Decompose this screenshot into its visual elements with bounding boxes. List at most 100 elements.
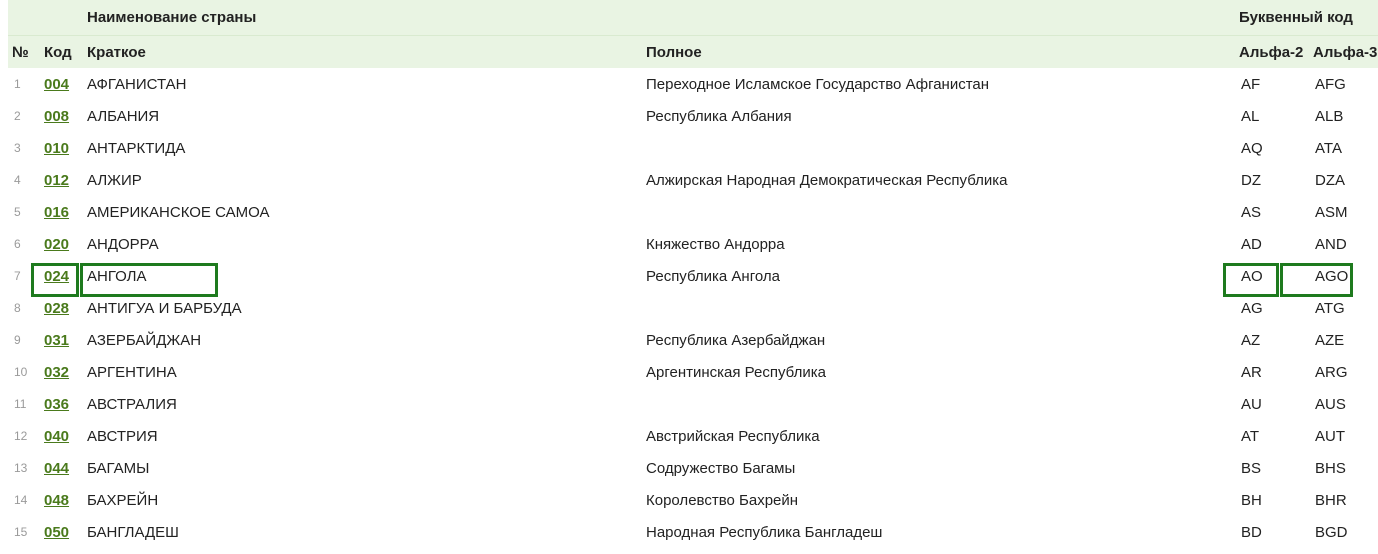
row-short-name-cell: АВСТРИЯ — [87, 427, 158, 445]
row-code-link[interactable]: 012 — [44, 172, 69, 189]
row-short-name-cell: БАНГЛАДЕШ — [87, 523, 179, 541]
row-code-link[interactable]: 008 — [44, 108, 69, 125]
row-alpha3-cell: AUT — [1315, 427, 1345, 445]
header-empty-code — [38, 0, 83, 36]
row-full-name-cell: Алжирская Народная Демократическая Респу… — [646, 171, 1008, 189]
row-alpha2-cell: BD — [1241, 523, 1262, 541]
country-codes-table: Наименование страны Буквенный код № Код … — [8, 0, 1378, 548]
row-code-link[interactable]: 050 — [44, 524, 69, 541]
row-code-link[interactable]: 044 — [44, 460, 69, 477]
row-code-link[interactable]: 020 — [44, 236, 69, 253]
table-row: 1 004 АФГАНИСТАН Переходное Исламское Госуд… — [8, 68, 1378, 100]
row-alpha3-cell: DZA — [1315, 171, 1345, 189]
row-alpha3-cell: BGD — [1315, 523, 1348, 541]
row-alpha3-cell: AZE — [1315, 331, 1345, 349]
row-code-link[interactable]: 032 — [44, 364, 69, 381]
row-number-cell: 6 — [14, 237, 21, 251]
row-full-name-cell — [642, 132, 1235, 164]
row-code-link[interactable]: 004 — [44, 76, 69, 93]
header-full-name: Полное — [642, 35, 1235, 68]
row-code-link[interactable]: 048 — [44, 492, 69, 509]
row-alpha2-cell: AD — [1241, 235, 1262, 253]
table-row: 8 028 АНТИГУА И БАРБУДА AG ATG — [8, 292, 1378, 324]
row-code-cell: 024 — [38, 260, 83, 292]
row-number-cell: 11 — [14, 397, 27, 411]
row-code-link[interactable]: 028 — [44, 300, 69, 317]
row-alpha2-cell: AQ — [1241, 139, 1263, 157]
table-row: 13 044 БАГАМЫ Содружество Багамы BS BHS — [8, 452, 1378, 484]
row-full-name-cell: Республика Ангола — [646, 267, 780, 285]
row-code-link[interactable]: 031 — [44, 332, 69, 349]
row-number-cell: 1 — [14, 77, 21, 91]
row-code-cell: 050 — [38, 516, 83, 548]
row-alpha3-cell: AFG — [1315, 75, 1346, 93]
row-short-name-cell: АЛБАНИЯ — [87, 107, 160, 125]
row-alpha3-cell: ASM — [1315, 203, 1348, 221]
table-row: 3 010 АНТАРКТИДА AQ ATA — [8, 132, 1378, 164]
row-number-cell: 15 — [14, 525, 28, 539]
table-row: 14 048 БАХРЕЙН Королевство Бахрейн BH BHR — [8, 484, 1378, 516]
row-code-cell: 028 — [38, 292, 83, 324]
row-code-cell: 044 — [38, 452, 83, 484]
row-short-name-cell: АЗЕРБАЙДЖАН — [87, 331, 202, 349]
row-number-cell: 5 — [14, 205, 21, 219]
table-row: 12 040 АВСТРИЯ Австрийская Республика AT AUT — [8, 420, 1378, 452]
row-alpha2-cell: DZ — [1241, 171, 1261, 189]
header-row-columns: № Код Краткое Полное Альфа-2 Альфа-3 — [8, 35, 1378, 68]
row-code-cell: 020 — [38, 228, 83, 260]
row-alpha2-cell: AL — [1241, 107, 1260, 125]
row-alpha3-cell: ARG — [1315, 363, 1348, 381]
row-short-name-cell: АРГЕНТИНА — [87, 363, 177, 381]
row-code-link[interactable]: 040 — [44, 428, 69, 445]
row-number-cell: 14 — [14, 493, 28, 507]
row-full-name-cell: Княжество Андорра — [646, 235, 785, 253]
table-row: 4 012 АЛЖИР Алжирская Народная Демократичес… — [8, 164, 1378, 196]
row-number-cell: 3 — [14, 141, 21, 155]
header-code: Код — [38, 35, 83, 68]
row-full-name-cell: Переходное Исламское Государство Афганис… — [646, 75, 990, 93]
row-code-cell: 012 — [38, 164, 83, 196]
row-short-name-cell: БАГАМЫ — [87, 459, 150, 477]
row-short-name-cell: БАХРЕЙН — [87, 491, 159, 509]
row-full-name-cell: Республика Азербайджан — [646, 331, 826, 349]
header-letter-code-group: Буквенный код — [1235, 0, 1378, 36]
row-short-name-cell: АНГОЛА — [87, 267, 147, 285]
header-alpha3: Альфа-3 — [1309, 35, 1378, 68]
row-code-link[interactable]: 010 — [44, 140, 69, 157]
header-empty-number — [8, 0, 38, 36]
row-full-name-cell: Народная Республика Бангладеш — [646, 523, 883, 541]
table-header: Наименование страны Буквенный код № Код … — [8, 0, 1378, 68]
row-code-link[interactable]: 036 — [44, 396, 69, 413]
row-code-cell: 031 — [38, 324, 83, 356]
row-alpha2-cell: BS — [1241, 459, 1262, 477]
table-row: 2 008 АЛБАНИЯ Республика Албания AL ALB — [8, 100, 1378, 132]
table-row: 9 031 АЗЕРБАЙДЖАН Республика Азербайджан AZ A… — [8, 324, 1378, 356]
header-number: № — [8, 35, 38, 68]
row-code-link[interactable]: 016 — [44, 204, 69, 221]
row-alpha2-cell: AO — [1241, 267, 1263, 285]
row-number-cell: 2 — [14, 109, 21, 123]
table-row: 6 020 АНДОРРА Княжество Андорра AD AND — [8, 228, 1378, 260]
country-table-wrapper: Наименование страны Буквенный код № Код … — [8, 0, 1378, 548]
row-number-cell: 7 — [14, 269, 21, 283]
row-alpha3-cell: BHS — [1315, 459, 1346, 477]
row-short-name-cell: АФГАНИСТАН — [87, 75, 187, 93]
row-code-link[interactable]: 024 — [44, 268, 69, 285]
row-number-cell: 12 — [14, 429, 28, 443]
row-code-cell: 016 — [38, 196, 83, 228]
row-code-cell: 036 — [38, 388, 83, 420]
row-alpha2-cell: AG — [1241, 299, 1263, 317]
row-full-name-cell: Австрийская Республика — [646, 427, 820, 445]
row-number-cell: 8 — [14, 301, 21, 315]
row-alpha3-cell: ATG — [1315, 299, 1345, 317]
row-alpha3-cell: AND — [1315, 235, 1347, 253]
table-row: 7 024 АНГОЛА Республика Ангола AO AGO — [8, 260, 1378, 292]
row-alpha2-cell: BH — [1241, 491, 1262, 509]
row-alpha3-cell: ALB — [1315, 107, 1344, 125]
table-row: 5 016 АМЕРИКАНСКОЕ САМОА AS ASM — [8, 196, 1378, 228]
row-alpha2-cell: AZ — [1241, 331, 1261, 349]
row-full-name-cell — [642, 292, 1235, 324]
row-alpha2-cell: AU — [1241, 395, 1262, 413]
row-number-cell: 9 — [14, 333, 21, 347]
row-full-name-cell: Аргентинская Республика — [646, 363, 826, 381]
